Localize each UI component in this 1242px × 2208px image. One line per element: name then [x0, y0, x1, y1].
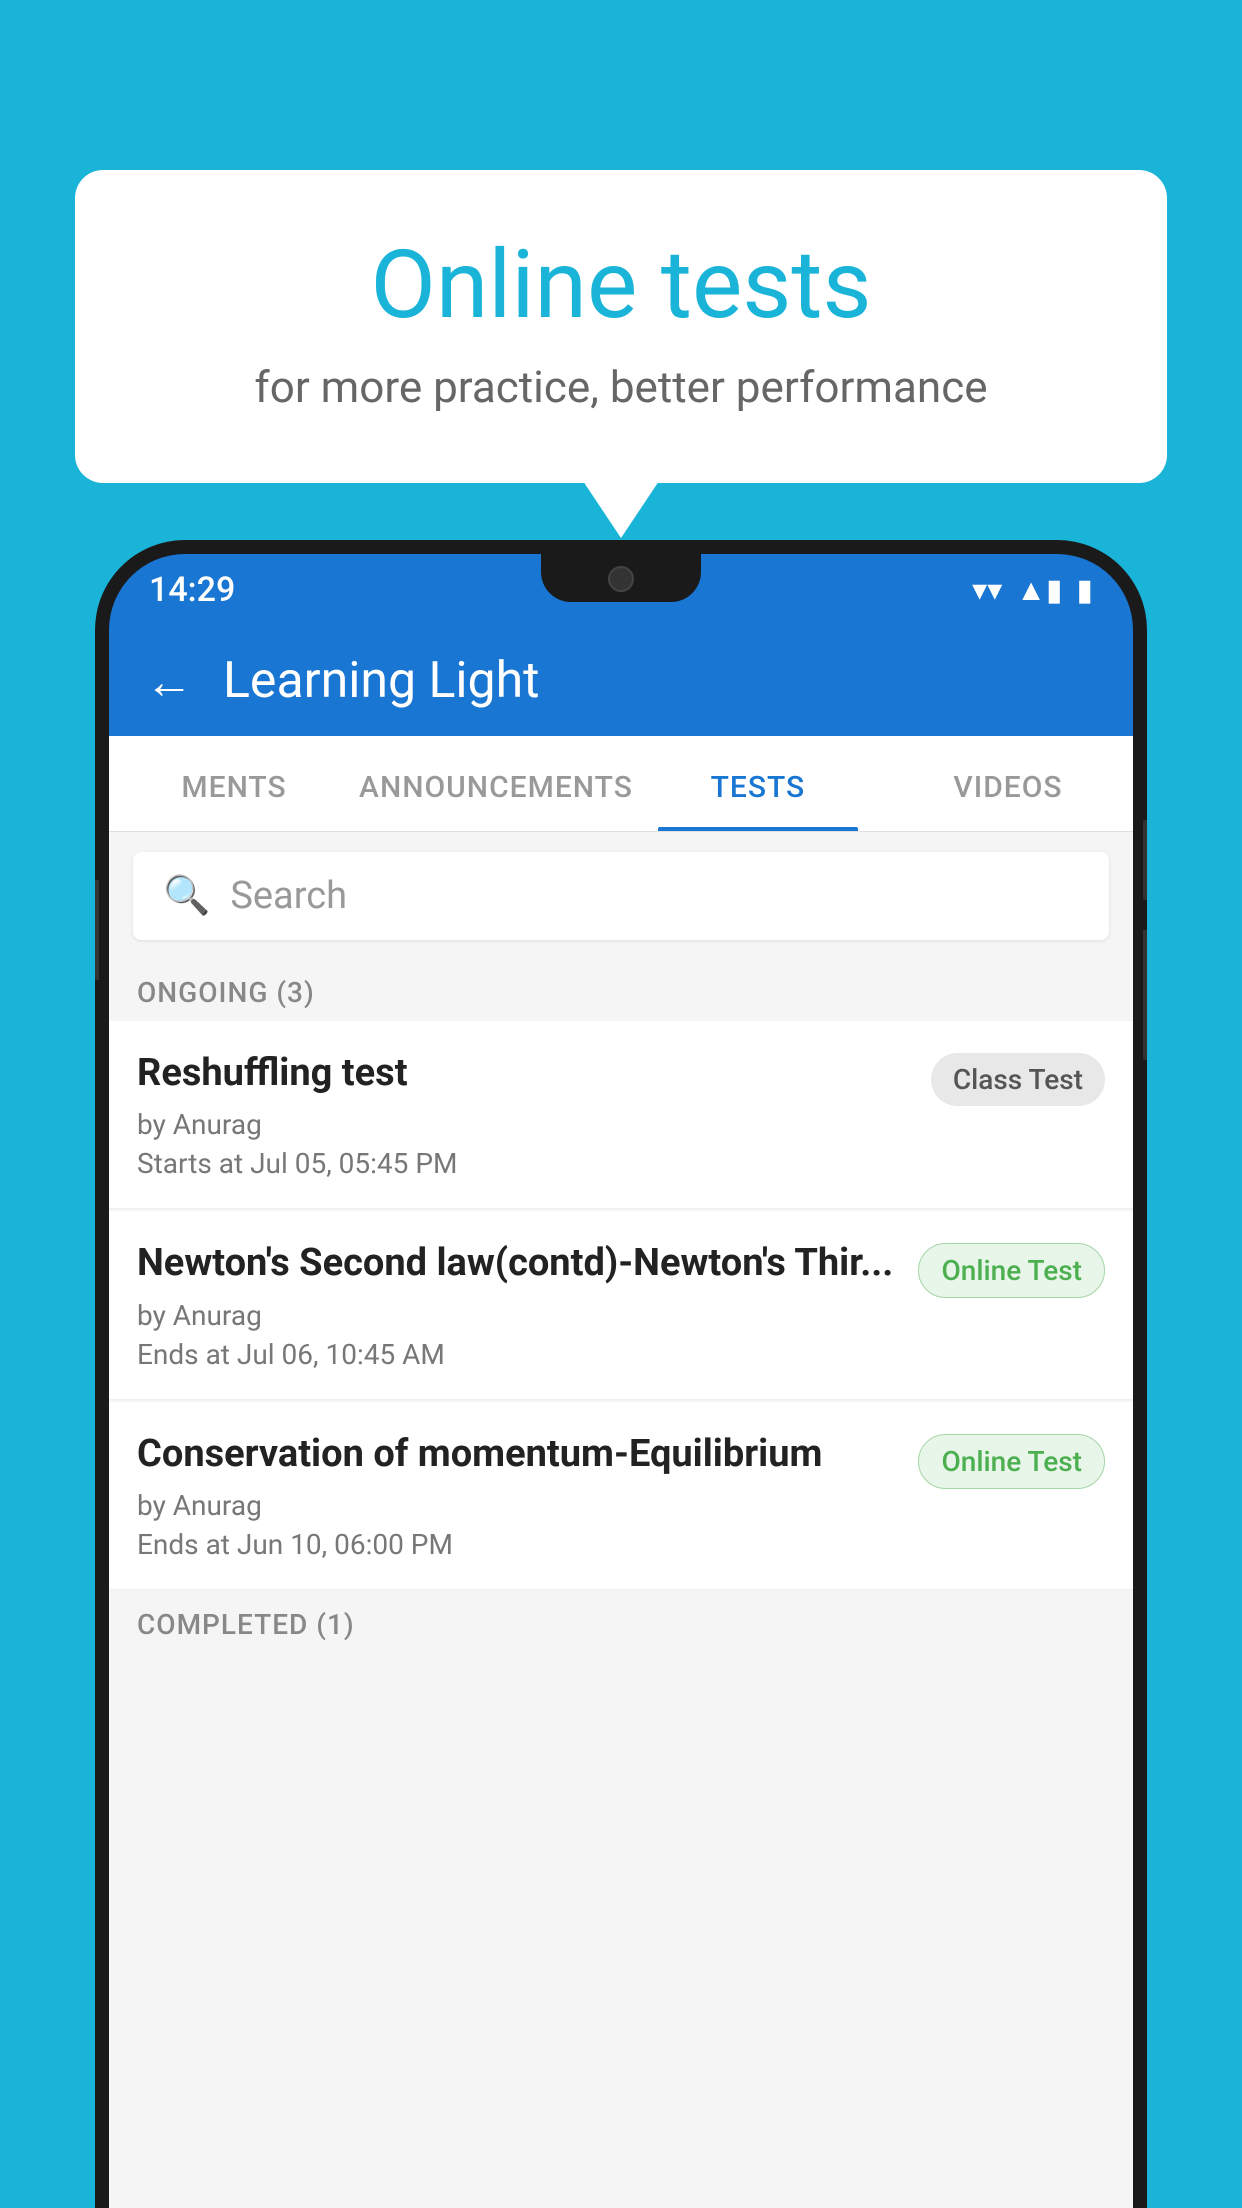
app-header: ← Learning Light [109, 626, 1133, 736]
test-info: Newton's Second law(contd)-Newton's Thir… [137, 1239, 918, 1370]
volume-down-button [1143, 930, 1147, 1060]
phone-notch [541, 554, 701, 602]
search-bar[interactable]: 🔍 Search [133, 852, 1109, 940]
status-time: 14:29 [149, 570, 235, 610]
ongoing-header: ONGOING (3) [109, 960, 1133, 1021]
back-button[interactable]: ← [145, 653, 193, 710]
promo-bubble: Online tests for more practice, better p… [75, 170, 1167, 483]
test-badge: Class Test [931, 1053, 1105, 1106]
test-title: Newton's Second law(contd)-Newton's Thir… [137, 1239, 898, 1288]
search-icon: 🔍 [163, 874, 210, 918]
test-item[interactable]: Reshuffling test by Anurag Starts at Jul… [109, 1021, 1133, 1209]
phone-screen: 14:29 ▾▾ ▲▮ ▮ ← Learning Light MENTS ANN… [109, 554, 1133, 2208]
completed-header: COMPLETED (1) [109, 1592, 1133, 1653]
test-info: Conservation of momentum-Equilibrium by … [137, 1430, 918, 1561]
status-icons: ▾▾ ▲▮ ▮ [972, 573, 1093, 608]
tab-videos[interactable]: VIDEOS [883, 736, 1133, 831]
wifi-icon: ▾▾ [972, 573, 1002, 608]
tab-ments[interactable]: MENTS [109, 736, 359, 831]
bubble-title: Online tests [155, 230, 1087, 341]
signal-icon: ▲▮ [1016, 573, 1062, 608]
test-badge: Online Test [918, 1243, 1105, 1298]
test-by: by Anurag [137, 1299, 898, 1332]
test-item[interactable]: Newton's Second law(contd)-Newton's Thir… [109, 1211, 1133, 1399]
test-title: Conservation of momentum-Equilibrium [137, 1430, 898, 1479]
test-by: by Anurag [137, 1489, 898, 1522]
phone-frame: 14:29 ▾▾ ▲▮ ▮ ← Learning Light MENTS ANN… [95, 540, 1147, 2208]
test-time: Ends at Jul 06, 10:45 AM [137, 1338, 898, 1371]
test-time: Starts at Jul 05, 05:45 PM [137, 1147, 911, 1180]
test-badge: Online Test [918, 1434, 1105, 1489]
bubble-subtitle: for more practice, better performance [155, 361, 1087, 413]
tab-tests[interactable]: TESTS [633, 736, 883, 831]
tab-announcements[interactable]: ANNOUNCEMENTS [359, 736, 633, 831]
front-camera [608, 566, 634, 592]
test-by: by Anurag [137, 1108, 911, 1141]
power-button [1143, 820, 1147, 900]
test-item[interactable]: Conservation of momentum-Equilibrium by … [109, 1402, 1133, 1590]
volume-button [95, 880, 99, 980]
screen-content: 🔍 Search ONGOING (3) Reshuffling test by… [109, 832, 1133, 2208]
tabs-bar: MENTS ANNOUNCEMENTS TESTS VIDEOS [109, 736, 1133, 832]
battery-icon: ▮ [1076, 573, 1093, 608]
test-info: Reshuffling test by Anurag Starts at Jul… [137, 1049, 931, 1180]
test-title: Reshuffling test [137, 1049, 911, 1098]
app-title: Learning Light [223, 652, 540, 710]
search-input[interactable]: Search [230, 874, 347, 918]
test-time: Ends at Jun 10, 06:00 PM [137, 1528, 898, 1561]
